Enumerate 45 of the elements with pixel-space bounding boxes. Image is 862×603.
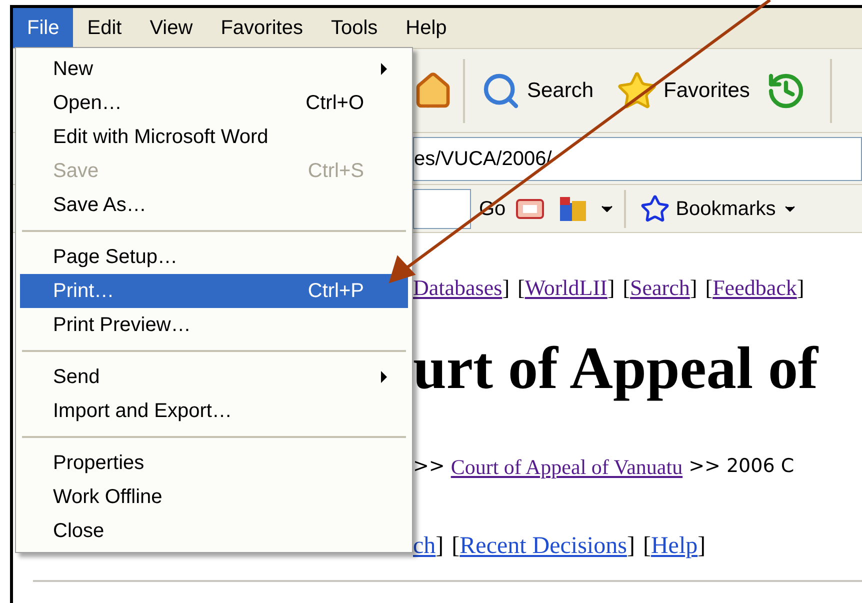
menu-bar-item[interactable]: File (13, 8, 74, 48)
bracket: [ (705, 274, 713, 302)
bracket: ] (690, 274, 698, 302)
menu-item[interactable]: Open… Ctrl+O (20, 86, 408, 120)
bracket: ] (796, 274, 804, 302)
bracket: ] (436, 532, 444, 560)
menu-item[interactable]: Close (20, 514, 408, 548)
nav-link[interactable]: Feedback (712, 271, 797, 304)
bracket: ] (698, 532, 706, 560)
bracket: ] (607, 274, 615, 302)
breadcrumb-text: >> (413, 454, 445, 479)
star-icon (640, 194, 670, 224)
bracket: ] (502, 274, 510, 302)
menu-item[interactable]: Print Preview… (20, 308, 408, 342)
nav-link[interactable]: ch (413, 528, 436, 564)
menu-item[interactable]: Send (20, 360, 408, 394)
menu-item[interactable]: Import and Export… (20, 394, 408, 428)
menu-bar-item[interactable]: Tools (316, 8, 392, 48)
search-field[interactable] (413, 188, 471, 228)
menu-item[interactable]: Properties (20, 446, 408, 480)
menu-item[interactable]: Edit with Microsoft Word (20, 120, 408, 154)
breadcrumb-link[interactable]: Court of Appeal of Vanuatu (450, 452, 683, 484)
nav-link[interactable]: Help (650, 528, 698, 564)
menu-item[interactable]: Work Offline (20, 480, 408, 514)
menu-bar-item[interactable]: Help (392, 8, 461, 48)
nav-link[interactable]: Databases (413, 271, 502, 304)
breadcrumb-text: >> 2006 C (688, 454, 794, 479)
menu-item[interactable]: Save As… (20, 188, 408, 222)
bracket: [ (622, 274, 630, 302)
nav-link[interactable]: Search (630, 271, 690, 304)
menu-item[interactable]: New (20, 52, 408, 86)
bookmarks-button[interactable]: Bookmarks (634, 194, 804, 224)
menu-item[interactable]: Page Setup… (20, 240, 408, 274)
bracket: [ (518, 274, 525, 302)
menu-item[interactable]: Print… Ctrl+P (20, 274, 408, 308)
menu-bar-item[interactable]: Favorites (206, 8, 317, 48)
nav-link[interactable]: WorldLII (524, 271, 608, 304)
bracket: [ (452, 532, 460, 560)
address-field[interactable]: es/VUCA/2006/ (413, 136, 862, 180)
menu-bar-item[interactable]: Edit (73, 8, 136, 48)
bracket: ] (626, 532, 635, 560)
toolbar-button[interactable]: Search (475, 66, 600, 114)
bracket: [ (642, 532, 651, 560)
nav-link[interactable]: Recent Decisions (460, 528, 627, 564)
menu-bar-item[interactable]: View (136, 8, 207, 48)
